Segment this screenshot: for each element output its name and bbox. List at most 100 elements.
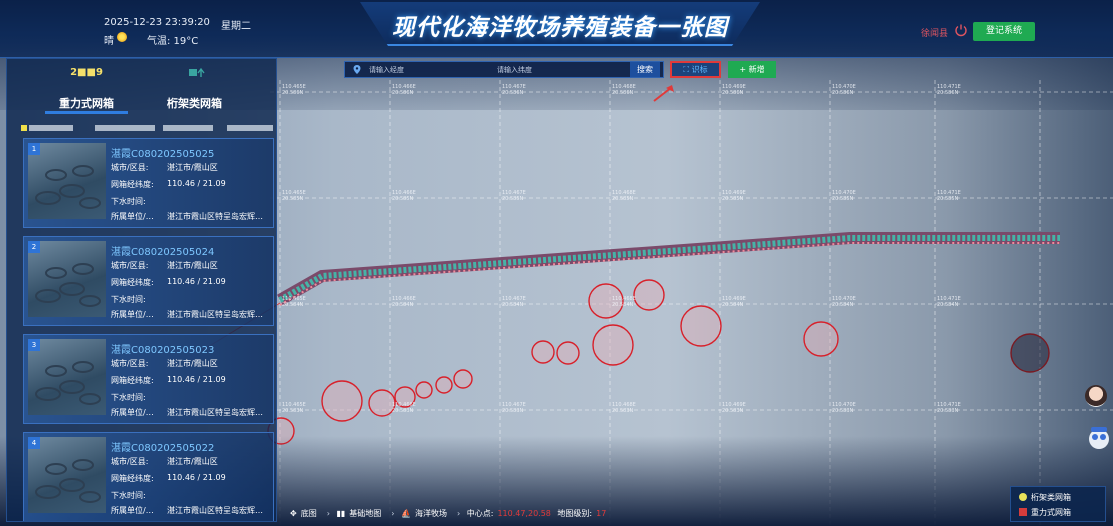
unit-row: 所属单位/… 湛江市霞山区特呈岛宏辉… (111, 407, 263, 418)
ocean-ranch-button[interactable]: 海洋牧场 (415, 509, 447, 518)
user-name[interactable]: 徐闻县 (921, 26, 948, 39)
truss-cage-icon (188, 67, 205, 77)
scan-icon: ⛶ (683, 65, 692, 74)
temperature-text: 气温: 19°C (147, 36, 199, 47)
coord-value: 110.46 / 21.09 (167, 375, 226, 384)
grid-coordinate-label: 110.467E 20.584N (502, 296, 526, 308)
grid-coordinate-label: 110.468E 20.584N (612, 296, 636, 308)
filter-chip[interactable] (21, 125, 27, 131)
active-tab-indicator (45, 111, 128, 114)
legend-gravity[interactable]: 重力式网箱 (1019, 507, 1071, 518)
grid-coordinate-label: 110.467E 20.586N (502, 84, 526, 96)
cage-code[interactable]: 湛霞C080202505025 (111, 145, 214, 160)
gravity-cage[interactable] (592, 324, 634, 366)
filter-chip[interactable] (163, 125, 213, 131)
legend-truss[interactable]: 桁架类网箱 (1019, 492, 1071, 503)
coord-row: 网箱经纬度: 110.46 / 21.09 (111, 277, 226, 288)
grid-coordinate-label: 110.465E 20.583N (282, 402, 306, 414)
map-legend: 桁架类网箱 重力式网箱 (1010, 486, 1106, 522)
chevron-right-icon: › (456, 509, 461, 518)
coord-value: 110.46 / 21.09 (167, 473, 226, 482)
drop-label: 下水时间: (111, 197, 146, 206)
longitude-input[interactable] (369, 64, 479, 76)
filter-chip[interactable] (29, 125, 73, 131)
cage-card[interactable]: 1 湛霞C080202505025 城市/区县: 湛江市/霞山区 网箱经纬度: 11… (23, 138, 274, 228)
legend-truss-label: 桁架类网箱 (1031, 493, 1071, 502)
coord-row: 网箱经纬度: 110.46 / 21.09 (111, 473, 226, 484)
gravity-cage[interactable] (321, 380, 363, 422)
truss-line-shadow (277, 232, 1060, 306)
cage-code[interactable]: 湛霞C080202505022 (111, 439, 214, 454)
chevron-right-icon: › (326, 509, 330, 518)
city-row: 城市/区县: 湛江市/霞山区 (111, 358, 218, 369)
tab-truss-cage[interactable]: 桁架类网箱 (147, 65, 242, 111)
gravity-cage[interactable] (803, 321, 839, 357)
drop-label: 下水时间: (111, 393, 146, 402)
gravity-cage-count: 2■■9 (70, 67, 103, 78)
location-pin-icon (353, 65, 361, 74)
grid-coordinate-label: 110.471E 20.583N (937, 402, 961, 414)
recognize-button[interactable]: ⛶ 识标 (670, 61, 721, 78)
grid-coordinate-label: 110.466E 20.586N (392, 84, 416, 96)
unit-value: 湛江市霞山区特呈岛宏辉… (167, 408, 263, 417)
cage-code[interactable]: 湛霞C080202505024 (111, 243, 214, 258)
cage-thumbnail: 4 (28, 437, 106, 513)
drop-row: 下水时间: (111, 490, 146, 501)
ocean-ranch-icon: ⛵ (401, 509, 411, 518)
cage-code[interactable]: 湛霞C080202505023 (111, 341, 214, 356)
search-button[interactable]: 搜索 (630, 62, 660, 77)
drop-label: 下水时间: (111, 491, 146, 500)
tab-gravity-label: 重力式网箱 (59, 97, 114, 110)
basic-map-button[interactable]: 基础地图 (349, 509, 381, 518)
header-bar: 2025-12-23 23:39:20 星期二 晴 气温: 19°C 现代化海洋… (0, 0, 1113, 58)
drop-row: 下水时间: (111, 392, 146, 403)
grid-coordinate-label: 110.468E 20.586N (612, 84, 636, 96)
grid-coordinate-label: 110.466E 20.584N (392, 296, 416, 308)
add-button[interactable]: + 新增 (728, 61, 776, 78)
grid-coordinate-label: 110.471E 20.584N (937, 296, 961, 308)
filter-chip[interactable] (227, 125, 273, 131)
unit-value: 湛江市霞山区特呈岛宏辉… (167, 506, 263, 515)
grid-coordinate-label: 110.471E 20.586N (937, 84, 961, 96)
grid-coordinate-label: 110.469E 20.585N (722, 190, 746, 202)
cage-card[interactable]: 4 湛霞C080202505022 城市/区县: 湛江市/霞山区 网箱经纬度: 11… (23, 432, 274, 521)
gravity-cage[interactable] (415, 381, 433, 399)
drop-label: 下水时间: (111, 295, 146, 304)
unit-label: 所属单位/… (111, 506, 154, 515)
power-icon[interactable] (954, 23, 968, 37)
gravity-cage[interactable] (453, 369, 473, 389)
coord-label: 网箱经纬度: (111, 376, 154, 385)
city-label: 城市/区县: (111, 457, 149, 466)
tab-gravity-cage[interactable]: 2■■9 重力式网箱 (39, 65, 134, 114)
card-index-badge: 4 (28, 437, 40, 449)
gravity-cage[interactable] (531, 340, 555, 364)
date-text: 2025-12-23 (104, 17, 163, 28)
gravity-cage[interactable] (680, 305, 722, 347)
cage-thumbnail: 3 (28, 339, 106, 415)
city-value: 湛江市/霞山区 (167, 261, 218, 270)
cage-card[interactable]: 3 湛霞C080202505023 城市/区县: 湛江市/霞山区 网箱经纬度: 11… (23, 334, 274, 424)
gravity-cage[interactable] (556, 341, 580, 365)
latitude-input[interactable] (497, 64, 607, 76)
robot-assistant-icon[interactable] (1087, 424, 1111, 452)
gravity-cage[interactable] (633, 279, 665, 311)
grid-coordinate-label: 110.469E 20.586N (722, 84, 746, 96)
basemap-button[interactable]: 底图 (301, 509, 317, 518)
basemap-icon: ✥ (290, 509, 297, 518)
cage-thumbnail: 2 (28, 241, 106, 317)
unit-label: 所属单位/… (111, 212, 154, 221)
weather-text: 晴 (104, 36, 114, 47)
gravity-cage[interactable] (435, 376, 453, 394)
time-text: 23:39:20 (165, 17, 210, 28)
filter-row (13, 125, 273, 133)
cage-card[interactable]: 2 湛霞C080202505024 城市/区县: 湛江市/霞山区 网箱经纬度: 11… (23, 236, 274, 326)
card-index-badge: 1 (28, 143, 40, 155)
login-system-button[interactable]: 登记系统 (973, 22, 1035, 41)
gravity-cage[interactable] (1010, 333, 1050, 373)
coord-row: 网箱经纬度: 110.46 / 21.09 (111, 375, 226, 386)
assistant-avatar[interactable] (1085, 385, 1107, 407)
zoom-value: 17 (596, 509, 607, 518)
coord-value: 110.46 / 21.09 (167, 179, 226, 188)
filter-chip[interactable] (95, 125, 155, 131)
zoom-label: 地图级别: (557, 509, 593, 518)
